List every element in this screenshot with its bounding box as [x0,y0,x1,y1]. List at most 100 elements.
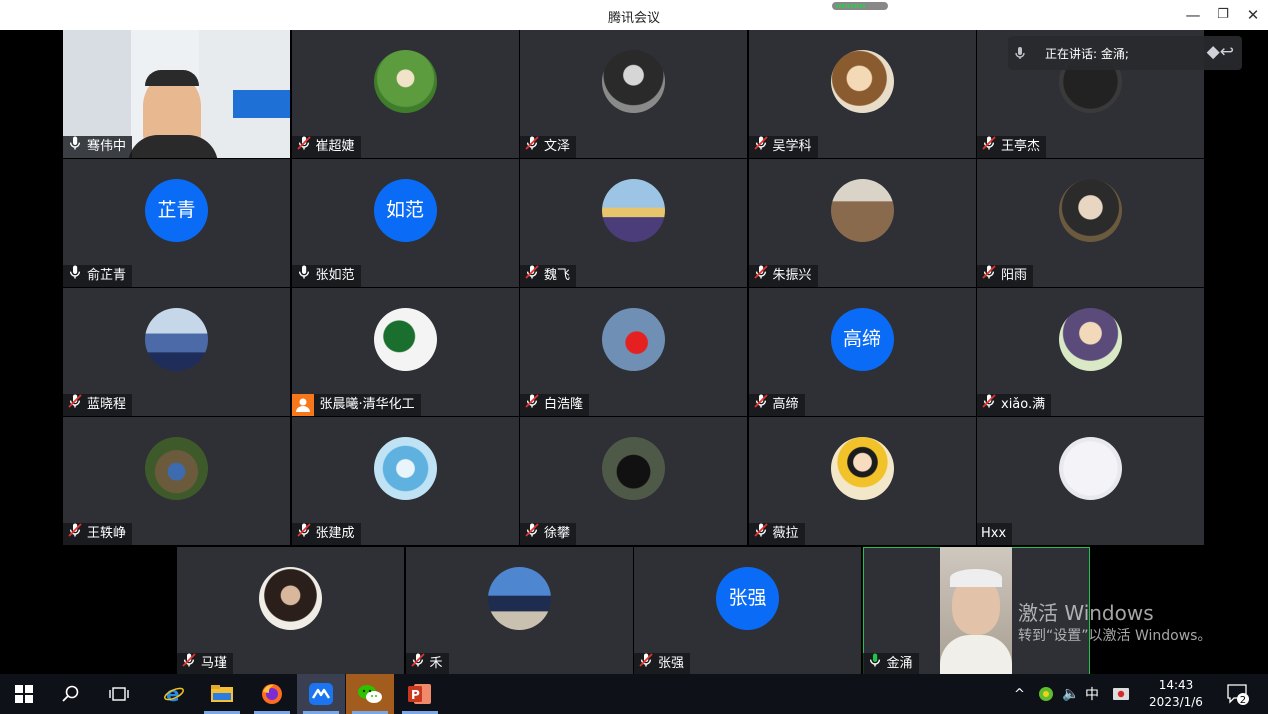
wechat-icon[interactable] [346,674,394,714]
mic-muted-icon [981,264,997,287]
system-clock[interactable]: 14:43 2023/1/6 [1140,677,1212,711]
notification-count: 2 [1240,695,1246,706]
participant-name-bar: Hxx [977,523,1013,545]
participant-tile[interactable]: 薇拉 [748,417,976,545]
mic-muted-icon [753,393,769,416]
mic-muted-icon [524,135,540,158]
security-app-tray-icon[interactable] [1038,674,1054,714]
participant-name: 王亭杰 [1001,139,1041,154]
participant-name: 王轶峥 [87,526,127,541]
clock-time: 14:43 [1158,678,1194,692]
minimize-button[interactable]: — [1183,5,1203,25]
participant-tile[interactable]: 魏飞 [520,159,747,287]
participant-name-bar: 薇拉 [748,522,805,545]
participant-tile[interactable]: 崔超婕 [291,30,519,158]
participant-name: 白浩隆 [544,397,584,412]
participant-name: 蓝晓程 [87,397,127,412]
participant-name-bar: 徐攀 [520,522,577,545]
participant-name-bar: 禾 [405,652,449,675]
participant-avatar [373,437,437,500]
participant-name-bar: 文泽 [520,135,577,158]
participant-tile[interactable]: 文泽 [520,30,747,158]
participant-avatar [145,308,208,371]
participant-name: 文泽 [544,139,571,154]
tencent-meeting-icon[interactable] [297,674,345,714]
participant-avatar [830,50,894,113]
participant-tile[interactable]: 王轶峥 [63,417,290,545]
participant-tile[interactable]: 禾 [405,547,633,675]
mic-muted-icon [524,522,540,545]
participant-name: 吴学科 [772,139,812,154]
participant-avatar [602,308,665,371]
ie-browser-icon[interactable]: e [150,674,198,714]
file-explorer-icon[interactable] [198,674,246,714]
collapse-arrow-icon[interactable]: ◆↩ [1207,42,1234,62]
restore-button[interactable]: ❐ [1213,5,1233,25]
participant-tile[interactable]: 张建成 [291,417,519,545]
participant-name-bar: 王轶峥 [63,523,133,545]
participant-name: Hxx [981,526,1007,541]
mic-muted-icon [981,135,997,158]
svg-text:e: e [166,683,180,705]
network-signal-indicator[interactable] [832,2,888,10]
participant-tile[interactable]: 白浩隆 [520,288,747,416]
participant-name-bar: 高缔 [748,393,805,416]
participant-name-bar: 蓝晓程 [63,394,133,416]
mic-muted-icon [638,652,654,675]
participant-tile[interactable]: 芷青俞芷青 [63,159,290,287]
task-view-icon[interactable] [95,674,143,714]
tray-overflow-chevron[interactable]: ^ [1014,674,1025,714]
participant-tile[interactable]: xiǎo.满 [977,288,1204,416]
notification-center-icon[interactable]: 2 [1226,682,1250,706]
participant-name: 魏飞 [544,268,571,283]
mic-muted-icon [753,135,769,158]
powerpoint-icon[interactable]: P [396,674,444,714]
participant-tile[interactable]: 吴学科 [748,30,976,158]
participant-avatar: 如范 [373,179,437,242]
mic-muted-icon [410,652,426,675]
participant-avatar [373,308,437,371]
participant-avatar: 芷青 [145,179,208,242]
speaking-indicator[interactable]: 正在讲话: 金涌; ◆↩ [1008,36,1242,70]
participant-tile[interactable]: 阳雨 [977,159,1204,287]
participant-tile[interactable]: 如范 张如范 [291,159,519,287]
windows-start-icon[interactable] [0,674,48,714]
participant-name-bar: 俞芷青 [63,265,133,287]
activation-watermark-title: 激活 Windows [1018,601,1154,625]
video-grid: 骞伟中 崔超婕 文泽 吴学科 王亭杰 芷青 俞芷青 如范 张如范 魏飞 朱振兴 阳雨 蓝晓程 张晨曦·清华… [0,30,1268,675]
firefox-icon[interactable] [248,674,296,714]
participant-tile[interactable]: 朱振兴 [748,159,976,287]
volume-icon[interactable]: 🔈 [1062,674,1079,714]
participant-tile[interactable]: 张晨曦·清华化工 [291,288,519,416]
activation-watermark-subtitle: 转到“设置”以激活 Windows。 [1018,628,1212,644]
search-icon[interactable] [47,674,95,714]
participant-tile[interactable]: 骞伟中 [63,30,290,158]
mic-speaking-icon [867,652,883,675]
close-button[interactable]: ✕ [1243,5,1263,25]
participant-avatar [1059,179,1122,242]
participant-name-bar: 金涌 [862,652,919,675]
participant-tile[interactable]: Hxx [977,417,1204,545]
mic-muted-icon [753,264,769,287]
ime-indicator[interactable]: 中 [1085,674,1099,714]
participant-tile[interactable]: 徐攀 [520,417,747,545]
participant-avatar [602,179,665,242]
mic-muted-icon [753,522,769,545]
participant-name: 张强 [658,656,685,671]
participant-tile[interactable]: 高缔 高缔 [748,288,976,416]
mic-muted-icon [524,264,540,287]
participant-name-bar: 吴学科 [748,135,818,158]
participant-name-bar: 崔超婕 [291,135,361,158]
mic-muted-icon [524,393,540,416]
participant-avatar [1059,437,1122,500]
participant-name-bar: 马瑾 [177,653,234,675]
participant-name: 禾 [429,656,443,671]
participant-tile[interactable]: 马瑾 [177,547,404,675]
participant-avatar [602,437,665,500]
mic-icon [67,135,83,158]
screen-record-tray-icon[interactable] [1112,674,1130,714]
mic-muted-icon [296,135,312,158]
participant-tile[interactable]: 张强 张强 [634,547,861,675]
participant-name: 崔超婕 [315,139,355,154]
participant-tile[interactable]: 蓝晓程 [63,288,290,416]
